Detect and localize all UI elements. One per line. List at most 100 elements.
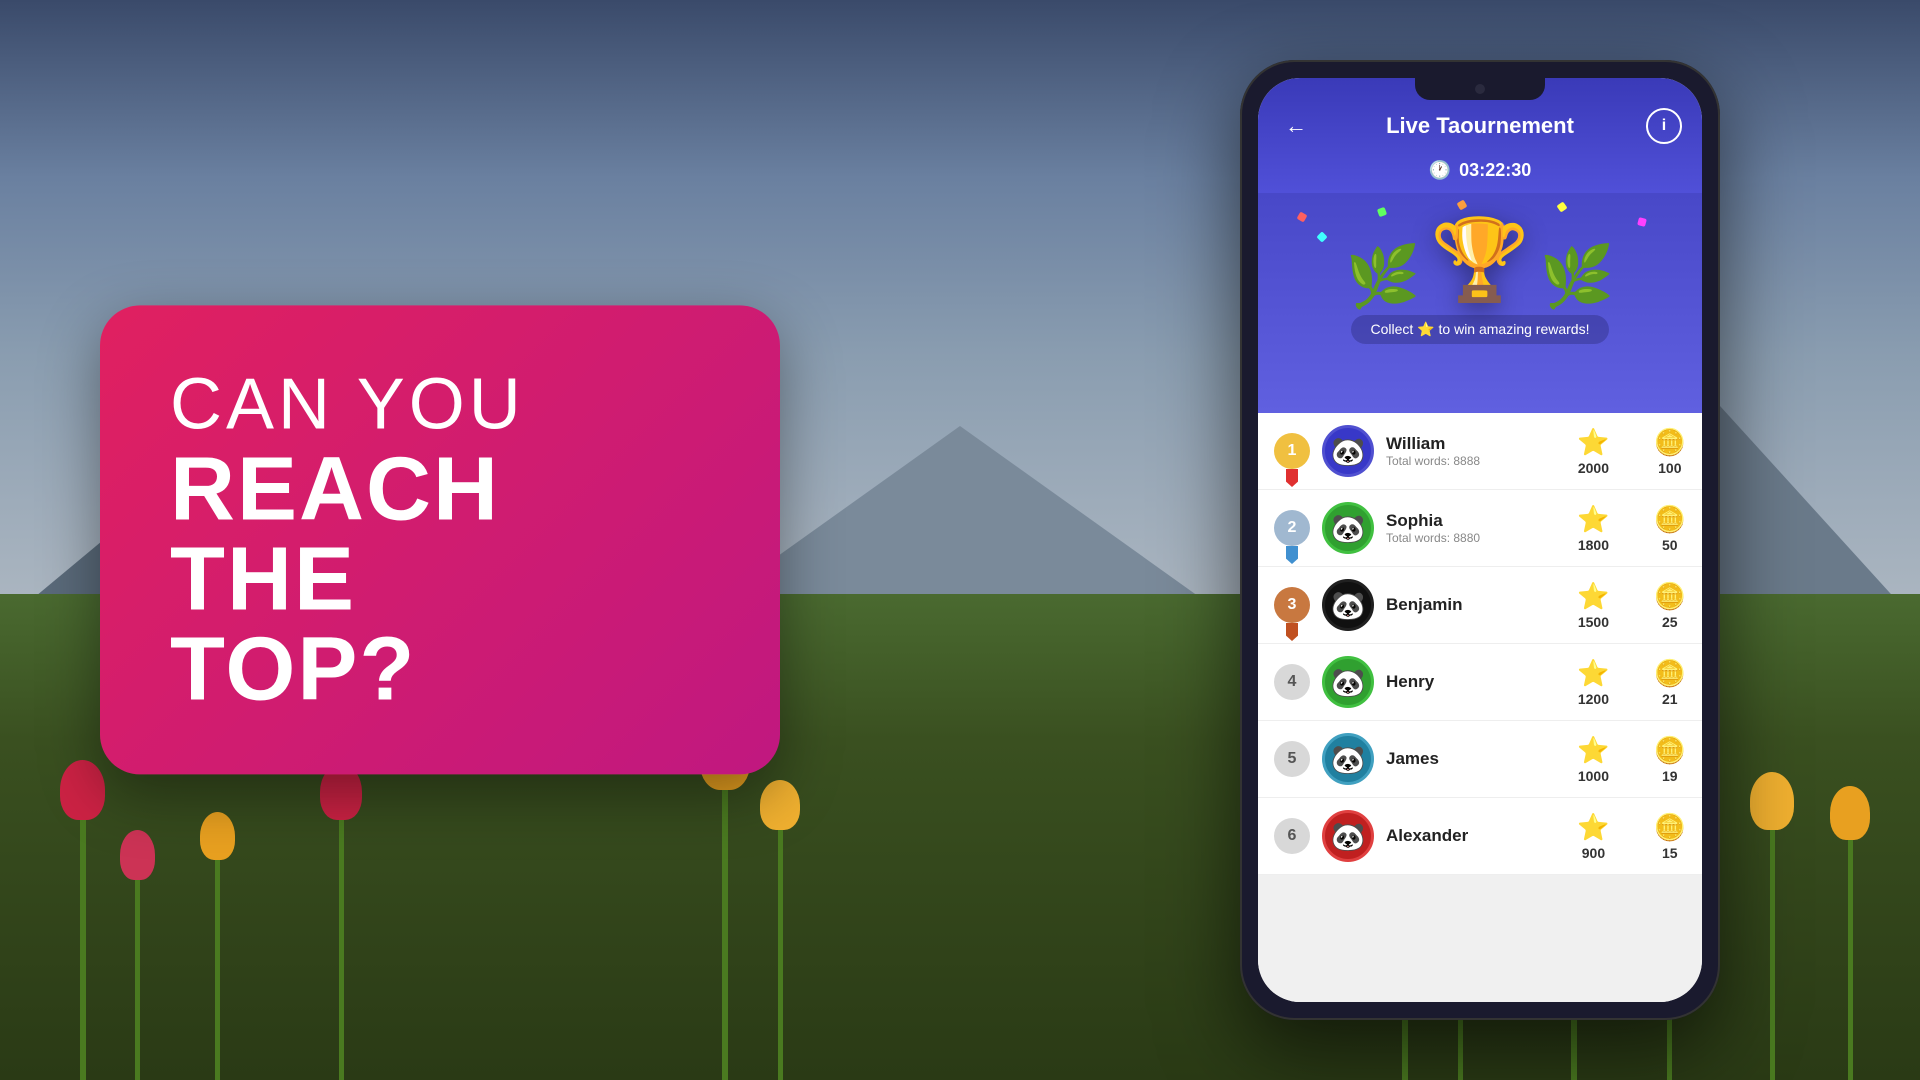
back-button[interactable]: ← xyxy=(1278,108,1314,144)
star-value-3: 1500 xyxy=(1578,614,1609,630)
leaderboard-row-3: 3 🐼 Benjamin ⭐ 1500 🪙 25 xyxy=(1258,567,1702,644)
promo-banner: CAN YOU REACH THE TOP? xyxy=(100,305,780,774)
phone-screen: ← Live Taournement i 🕐 03:22:30 xyxy=(1258,78,1702,1002)
leaderboard-row-6: 6 🐼 Alexander ⭐ 900 🪙 15 xyxy=(1258,798,1702,875)
confetti xyxy=(1316,231,1327,242)
rank-badge-2: 2 xyxy=(1274,510,1310,546)
rank-badge-1: 1 xyxy=(1274,433,1310,469)
player-words-2: Total words: 8880 xyxy=(1386,531,1565,545)
player-name-5: James xyxy=(1386,749,1565,769)
collect-banner: Collect ⭐ to win amazing rewards! xyxy=(1351,315,1610,344)
confetti xyxy=(1556,201,1567,212)
trophy-area: 🌿 🏆 🌿 Collect ⭐ to win amazing rewards! xyxy=(1258,193,1702,413)
star-value-6: 900 xyxy=(1582,845,1605,861)
confetti xyxy=(1637,217,1647,227)
player-info-4: Henry xyxy=(1386,672,1565,692)
avatar-5: 🐼 xyxy=(1322,733,1374,785)
coins-4: 🪙 21 xyxy=(1654,658,1686,707)
info-button[interactable]: i xyxy=(1646,108,1682,144)
collect-text: Collect ⭐ to win amazing rewards! xyxy=(1371,321,1590,337)
player-name-3: Benjamin xyxy=(1386,595,1565,615)
coins-icon-3: 🪙 xyxy=(1654,581,1686,612)
coins-icon-5: 🪙 xyxy=(1654,735,1686,766)
leaderboard-row-4: 4 🐼 Henry ⭐ 1200 🪙 21 xyxy=(1258,644,1702,721)
trophy-icon: 🏆 xyxy=(1430,213,1530,307)
trophy-main: 🏆 xyxy=(1430,213,1530,307)
star-value-2: 1800 xyxy=(1578,537,1609,553)
player-info-1: William Total words: 8888 xyxy=(1386,434,1565,468)
rank-badge-5: 5 xyxy=(1274,741,1310,777)
avatar-4: 🐼 xyxy=(1322,656,1374,708)
score-stars-1: ⭐ 2000 xyxy=(1577,427,1609,476)
coins-icon-2: 🪙 xyxy=(1654,504,1686,535)
promo-line3: TOP? xyxy=(170,625,710,715)
star-value-5: 1000 xyxy=(1578,768,1609,784)
coins-5: 🪙 19 xyxy=(1654,735,1686,784)
coins-value-3: 25 xyxy=(1662,614,1678,630)
camera-dot xyxy=(1475,84,1485,94)
score-stars-6: ⭐ 900 xyxy=(1577,812,1609,861)
coins-3: 🪙 25 xyxy=(1654,581,1686,630)
rank-badge-3: 3 xyxy=(1274,587,1310,623)
player-info-5: James xyxy=(1386,749,1565,769)
player-info-2: Sophia Total words: 8880 xyxy=(1386,511,1565,545)
star-value-4: 1200 xyxy=(1578,691,1609,707)
leaderboard-row-1: 1 🐼 William Total words: 8888 ⭐ 2000 🪙 xyxy=(1258,413,1702,490)
phone-body: ← Live Taournement i 🕐 03:22:30 xyxy=(1240,60,1720,1020)
coins-1: 🪙 100 xyxy=(1654,427,1686,476)
rank-number-2: 2 xyxy=(1288,519,1297,537)
phone-notch xyxy=(1415,78,1545,100)
rank-number-4: 4 xyxy=(1288,673,1297,691)
player-name-4: Henry xyxy=(1386,672,1565,692)
coins-value-4: 21 xyxy=(1662,691,1678,707)
star-icon-1: ⭐ xyxy=(1577,427,1609,458)
avatar-2: 🐼 xyxy=(1322,502,1374,554)
trophy-container: 🌿 🏆 🌿 xyxy=(1345,213,1614,307)
leaderboard-row-2: 2 🐼 Sophia Total words: 8880 ⭐ 1800 🪙 xyxy=(1258,490,1702,567)
player-name-2: Sophia xyxy=(1386,511,1565,531)
header-nav: ← Live Taournement i xyxy=(1278,108,1682,144)
star-icon-5: ⭐ xyxy=(1577,735,1609,766)
coins-icon-6: 🪙 xyxy=(1654,812,1686,843)
score-stars-3: ⭐ 1500 xyxy=(1577,581,1609,630)
rank-number-6: 6 xyxy=(1288,827,1297,845)
clock-icon: 🕐 xyxy=(1429,160,1451,181)
star-value-1: 2000 xyxy=(1578,460,1609,476)
laurel-left-icon: 🌿 xyxy=(1345,247,1420,307)
star-icon-6: ⭐ xyxy=(1577,812,1609,843)
leaderboard-row-5: 5 🐼 James ⭐ 1000 🪙 19 xyxy=(1258,721,1702,798)
rank-badge-6: 6 xyxy=(1274,818,1310,854)
coins-icon-4: 🪙 xyxy=(1654,658,1686,689)
rank-number-5: 5 xyxy=(1288,750,1297,768)
timer-value: 03:22:30 xyxy=(1459,160,1531,181)
app-title: Live Taournement xyxy=(1386,113,1574,139)
avatar-6: 🐼 xyxy=(1322,810,1374,862)
promo-line2: REACH THE xyxy=(170,445,710,625)
score-stars-4: ⭐ 1200 xyxy=(1577,658,1609,707)
avatar-3: 🐼 xyxy=(1322,579,1374,631)
confetti xyxy=(1297,212,1308,223)
confetti xyxy=(1457,200,1468,211)
player-words-1: Total words: 8888 xyxy=(1386,454,1565,468)
rank-number-3: 3 xyxy=(1288,596,1297,614)
coins-2: 🪙 50 xyxy=(1654,504,1686,553)
star-icon-3: ⭐ xyxy=(1577,581,1609,612)
laurel-right-icon: 🌿 xyxy=(1540,247,1615,307)
coins-6: 🪙 15 xyxy=(1654,812,1686,861)
player-name-6: Alexander xyxy=(1386,826,1565,846)
rank-number-1: 1 xyxy=(1288,442,1297,460)
leaderboard: 1 🐼 William Total words: 8888 ⭐ 2000 🪙 xyxy=(1258,413,1702,1002)
star-icon-4: ⭐ xyxy=(1577,658,1609,689)
avatar-1: 🐼 xyxy=(1322,425,1374,477)
score-stars-5: ⭐ 1000 xyxy=(1577,735,1609,784)
phone-mockup: ← Live Taournement i 🕐 03:22:30 xyxy=(1240,60,1720,1020)
timer-bar: 🕐 03:22:30 xyxy=(1278,152,1682,193)
rank-badge-4: 4 xyxy=(1274,664,1310,700)
player-name-1: William xyxy=(1386,434,1565,454)
promo-line1: CAN YOU xyxy=(170,365,710,444)
coins-icon-1: 🪙 xyxy=(1654,427,1686,458)
coins-value-5: 19 xyxy=(1662,768,1678,784)
coins-value-2: 50 xyxy=(1662,537,1678,553)
coins-value-1: 100 xyxy=(1658,460,1681,476)
star-icon-2: ⭐ xyxy=(1577,504,1609,535)
